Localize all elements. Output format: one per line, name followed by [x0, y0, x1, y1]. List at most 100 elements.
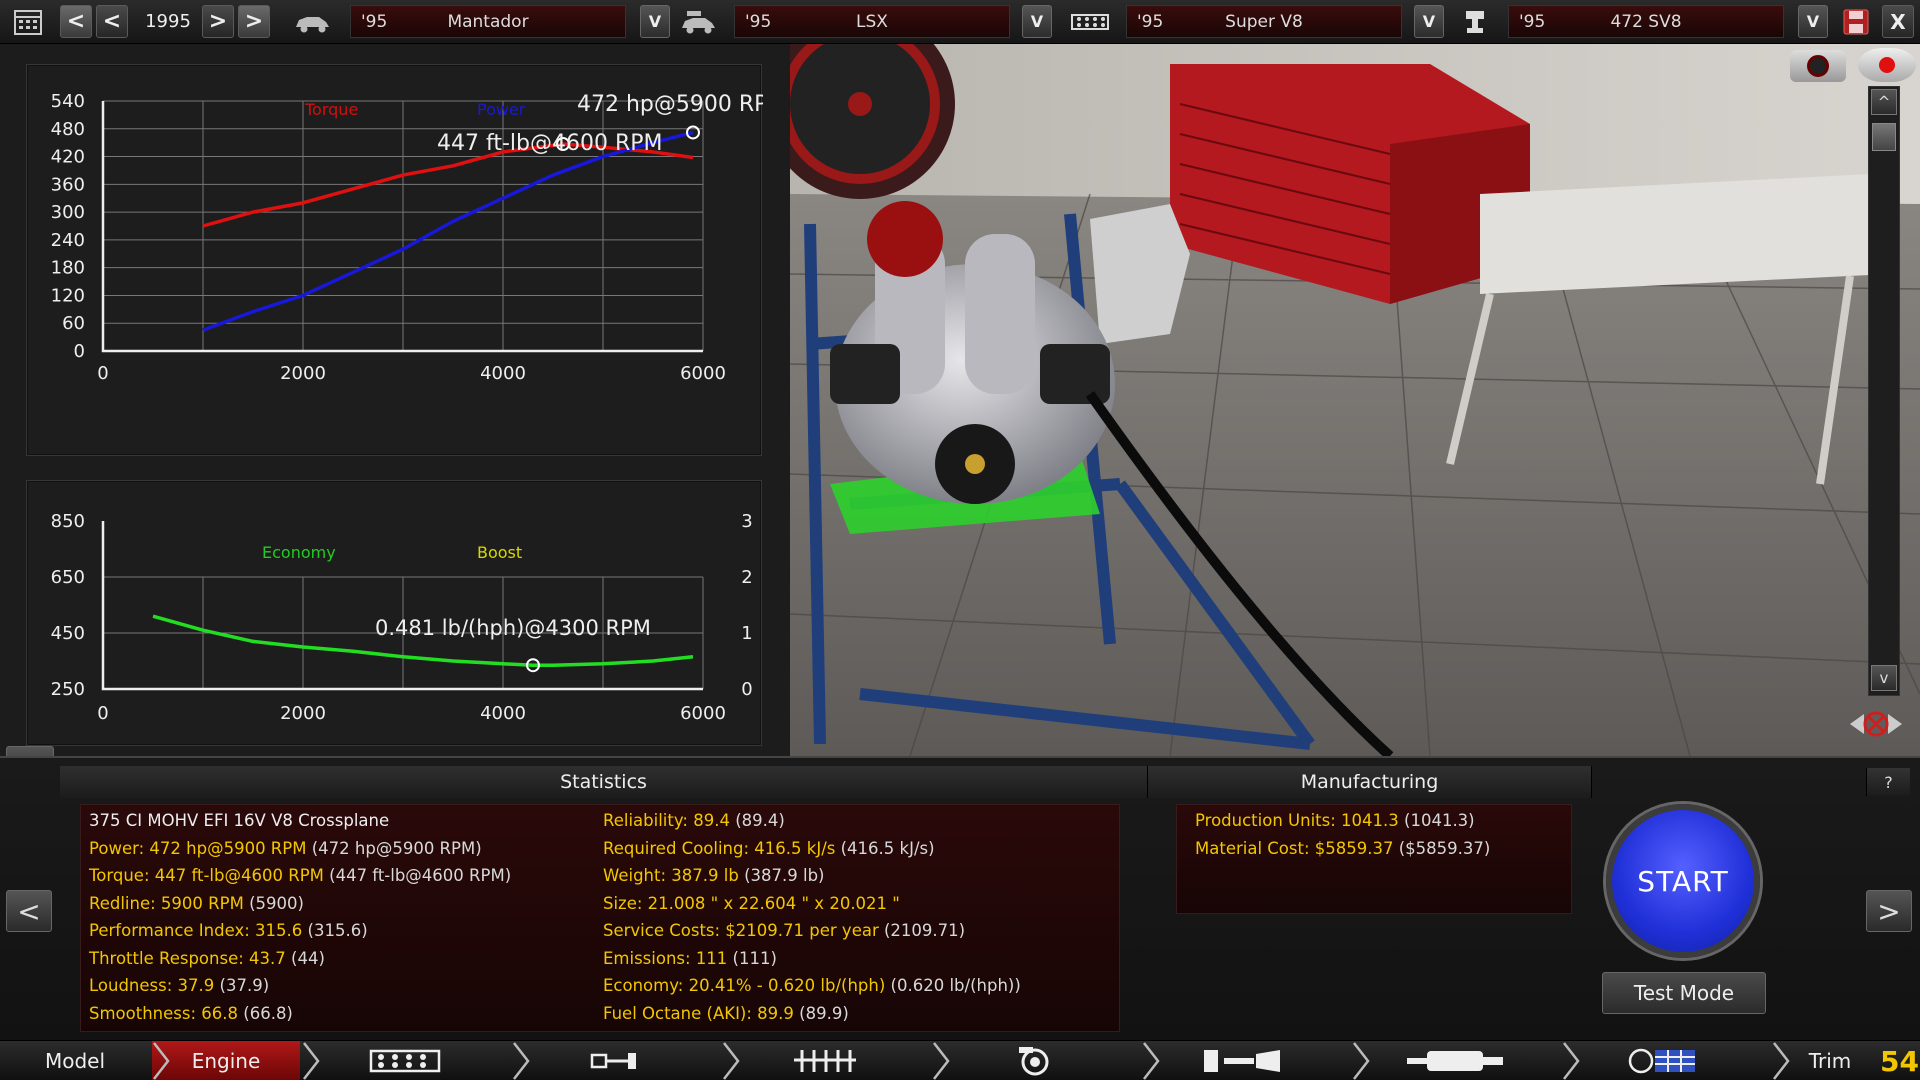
stat-line-value: Torque: 447 ft-lb@4600 RPM [89, 866, 324, 885]
year-forward-button[interactable]: > [202, 5, 234, 38]
stat-line-previous: (2109.71) [878, 921, 966, 940]
stat-line-value: Reliability: 89.4 [603, 811, 730, 830]
scroll-down-button[interactable]: v [1871, 665, 1897, 691]
y-tick-label: 180 [51, 258, 85, 279]
legend-power: Power [477, 100, 526, 119]
stat-line-previous: (37.9) [214, 976, 270, 995]
legend-economy: Economy [262, 543, 336, 562]
engine-family-select[interactable]: '95 Super V8 [1126, 5, 1402, 38]
trim-count: 54 [1880, 1045, 1919, 1078]
stat-line-value: Required Cooling: 416.5 kJ/s [603, 838, 836, 858]
nav-tab-trim[interactable]: Trim [1780, 1041, 1880, 1080]
manufacturing-box: Production Units: 1041.3 (1041.3) Materia… [1176, 804, 1572, 914]
statistics-header: Statistics [60, 766, 1148, 798]
turbo-tab-icon[interactable] [960, 1041, 1110, 1080]
stat-line-value: Performance Index: 315.6 [89, 921, 303, 940]
scroll-thumb[interactable] [1872, 123, 1896, 151]
stat-line-previous: (416.5 kJ/s) [835, 838, 935, 858]
stat-line: Emissions: 111 (111) [603, 949, 777, 968]
next-page-button[interactable]: > [1866, 890, 1912, 932]
stat-line-previous: (5900) [243, 893, 304, 913]
nav-separator-chevron-icon [1773, 1042, 1790, 1080]
y2-tick-label: 3 [741, 511, 752, 532]
trim-name: LSX [856, 11, 888, 32]
fuel-system-tab-icon[interactable] [1170, 1041, 1320, 1080]
stat-line: Performance Index: 315.6 (315.6) [89, 921, 368, 940]
car-trim-icon [678, 5, 718, 38]
y-tick-label: 450 [51, 623, 85, 644]
close-button[interactable]: X [1882, 5, 1914, 38]
manufacturing-line: Production Units: 1041.3 (1041.3) [1195, 811, 1475, 830]
stat-line-previous: (387.9 lb) [738, 866, 825, 885]
trim-select[interactable]: '95 LSX [734, 5, 1010, 38]
x-tick-label: 6000 [680, 703, 726, 724]
y-tick-label: 120 [51, 285, 85, 306]
camera-icon[interactable] [1790, 50, 1846, 82]
previous-page-button[interactable]: < [6, 890, 52, 932]
nav-tab-model[interactable]: Model [0, 1041, 150, 1080]
stat-line: Size: 21.008 " x 22.604 " x 20.021 " [603, 894, 900, 913]
manufacturing-line: Material Cost: $5859.37 ($5859.37) [1195, 839, 1490, 858]
stat-line-previous: (111) [727, 948, 777, 968]
app-window: < < 1995 > > '95 Mantador V '95 LSX V '9… [0, 0, 1920, 1080]
stat-line: Service Costs: $2109.71 per year (2109.7… [603, 921, 965, 940]
year-forward-fast-button[interactable]: > [238, 5, 270, 38]
car-icon [292, 5, 332, 38]
y-tick-label: 240 [51, 230, 85, 251]
y-tick-label: 360 [51, 174, 85, 195]
piston-icon [1460, 5, 1490, 38]
stat-line: Weight: 387.9 lb (387.9 lb) [603, 866, 825, 885]
y-tick-label: 0 [74, 341, 85, 362]
calendar-icon[interactable] [10, 5, 46, 38]
legend-boost: Boost [477, 543, 522, 562]
model-select[interactable]: '95 Mantador [350, 5, 626, 38]
stat-line-previous: (44) [285, 948, 325, 968]
engine-charts-panel: Torque Power 472 hp@5900 RPM 447 ft-lb@4… [0, 44, 790, 788]
engine-family-dropdown-button[interactable]: V [1414, 5, 1444, 38]
stat-line-previous: (66.8) [238, 1003, 293, 1023]
exhaust-tab-icon[interactable] [1380, 1041, 1530, 1080]
year-back-button[interactable]: < [96, 5, 128, 38]
stat-line-value: Throttle Response: 43.7 [89, 948, 286, 968]
viewport-scrollbar[interactable]: ^ v [1868, 86, 1900, 696]
y-tick-label: 60 [62, 313, 85, 334]
engine-block-tab-icon[interactable] [330, 1041, 480, 1080]
scroll-up-button[interactable]: ^ [1871, 89, 1897, 115]
y2-tick-label: 0 [741, 679, 752, 700]
nav-separator-chevron-icon [723, 1042, 740, 1080]
economy-boost-chart-svg: Economy Boost 0.481 lb/(hph)@4300 RPM 85… [51, 511, 753, 724]
nav-tab-engine[interactable]: Engine [152, 1041, 300, 1080]
crankshaft-tab-icon[interactable] [540, 1041, 690, 1080]
y-tick-label: 850 [51, 511, 85, 532]
engine-info-panel: Statistics Manufacturing ? 375 CI MOHV E… [0, 756, 1920, 1040]
stat-line-previous: (89.9) [793, 1003, 849, 1023]
engine-3d-viewport[interactable] [790, 44, 1920, 756]
help-button[interactable]: ? [1866, 768, 1910, 796]
power-torque-chart-svg: Torque Power 472 hp@5900 RPM 447 ft-lb@4… [51, 91, 787, 384]
x-tick-label: 0 [97, 363, 108, 384]
stat-line-value: Service Costs: $2109.71 per year [603, 921, 879, 940]
year-display: 1995 [145, 11, 191, 32]
save-icon[interactable] [1840, 5, 1872, 38]
model-dropdown-button[interactable]: V [640, 5, 670, 38]
stat-line-value: Smoothness: 66.8 [89, 1003, 239, 1023]
power-torque-chart: Torque Power 472 hp@5900 RPM 447 ft-lb@4… [26, 64, 787, 456]
start-button[interactable]: START [1606, 804, 1760, 958]
year-back-fast-button[interactable]: < [60, 5, 92, 38]
engine-description: 375 CI MOHV EFI 16V V8 Crossplane [89, 811, 390, 830]
stat-line-value: Economy: 20.41% - 0.620 lb/(hph) [603, 976, 886, 995]
stat-line-previous: (472 hp@5900 RPM) [306, 838, 482, 858]
cylinder-head-tab-icon[interactable] [750, 1041, 900, 1080]
nav-separator-chevron-icon [303, 1042, 320, 1080]
tuning-tab-icon[interactable] [1590, 1041, 1740, 1080]
nav-separator-chevron-icon [1353, 1042, 1370, 1080]
x-tick-label: 2000 [280, 363, 326, 384]
engine-variant-select[interactable]: '95 472 SV8 [1508, 5, 1784, 38]
visibility-eye-icon[interactable] [1858, 48, 1916, 82]
stat-line: Required Cooling: 416.5 kJ/s (416.5 kJ/s… [603, 839, 935, 858]
trim-dropdown-button[interactable]: V [1022, 5, 1052, 38]
y2-tick-label: 1 [741, 623, 752, 644]
engine-variant-dropdown-button[interactable]: V [1798, 5, 1828, 38]
test-mode-button[interactable]: Test Mode [1602, 972, 1766, 1014]
reset-camera-icon[interactable] [1846, 704, 1906, 744]
